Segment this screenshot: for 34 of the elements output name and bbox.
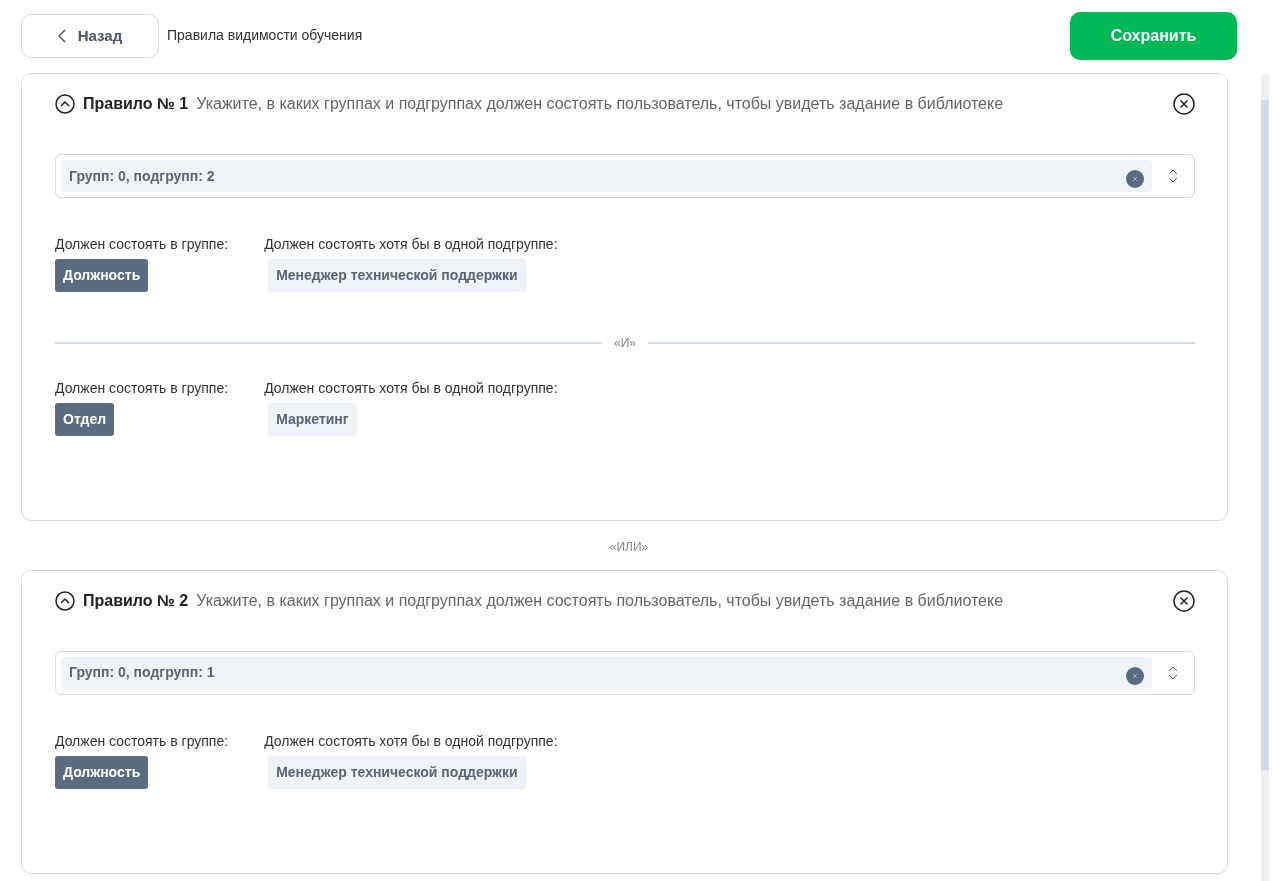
scrollbar-thumb[interactable]	[1261, 100, 1269, 770]
collapse-toggle-icon[interactable]	[55, 94, 75, 114]
subgroup-label: Должен состоять хотя бы в одной подгруппе:	[264, 379, 558, 398]
scrollbar[interactable]	[1261, 75, 1269, 881]
sort-arrows-icon[interactable]	[1168, 665, 1178, 680]
back-button[interactable]: Назад	[21, 14, 159, 58]
group-tag: Должность	[55, 259, 149, 292]
clear-icon[interactable]	[1126, 167, 1144, 185]
subgroup-tag: Менеджер технической поддержки	[268, 755, 526, 789]
group-tag: Должность	[55, 755, 149, 789]
and-separator: «И»	[614, 335, 636, 352]
subgroup-tag: Маркетинг	[268, 403, 357, 436]
group-label: Должен состоять в группе:	[55, 379, 229, 398]
group-tag: Отдел	[55, 403, 115, 436]
close-icon[interactable]	[1173, 93, 1195, 115]
rule-title: Правило № 1	[83, 94, 189, 114]
chevron-left-icon	[57, 29, 66, 43]
sort-arrows-icon[interactable]	[1168, 169, 1178, 183]
select-value: Групп: 0, подгрупп: 1	[69, 663, 216, 682]
collapse-toggle-icon[interactable]	[55, 590, 75, 611]
subgroup-tag: Менеджер технической поддержки	[268, 259, 526, 292]
group-label: Должен состоять в группе:	[55, 235, 229, 254]
close-icon[interactable]	[1173, 589, 1195, 612]
group-label: Должен состоять в группе:	[55, 731, 229, 751]
group-select[interactable]: Групп: 0, подгрупп: 2	[55, 154, 1195, 198]
or-separator: «ИЛИ»	[609, 540, 649, 554]
subgroup-label: Должен состоять хотя бы в одной подгруппе:	[264, 731, 558, 751]
rule-hint: Укажите, в каких группах и подгруппах должен состоять пользователь, чтобы увидеть задание в библиотеке	[196, 590, 1005, 611]
subgroup-label: Должен состоять хотя бы в одной подгруппе:	[264, 235, 558, 254]
rule-hint: Укажите, в каких группах и подгруппах должен состоять пользователь, чтобы увидеть задание в библиотеке	[196, 94, 1005, 114]
rule-title: Правило № 2	[83, 590, 189, 611]
select-value: Групп: 0, подгрупп: 2	[69, 166, 216, 186]
page-title: Правила видимости обучения	[167, 26, 363, 45]
group-select[interactable]: Групп: 0, подгрупп: 1	[55, 650, 1195, 695]
